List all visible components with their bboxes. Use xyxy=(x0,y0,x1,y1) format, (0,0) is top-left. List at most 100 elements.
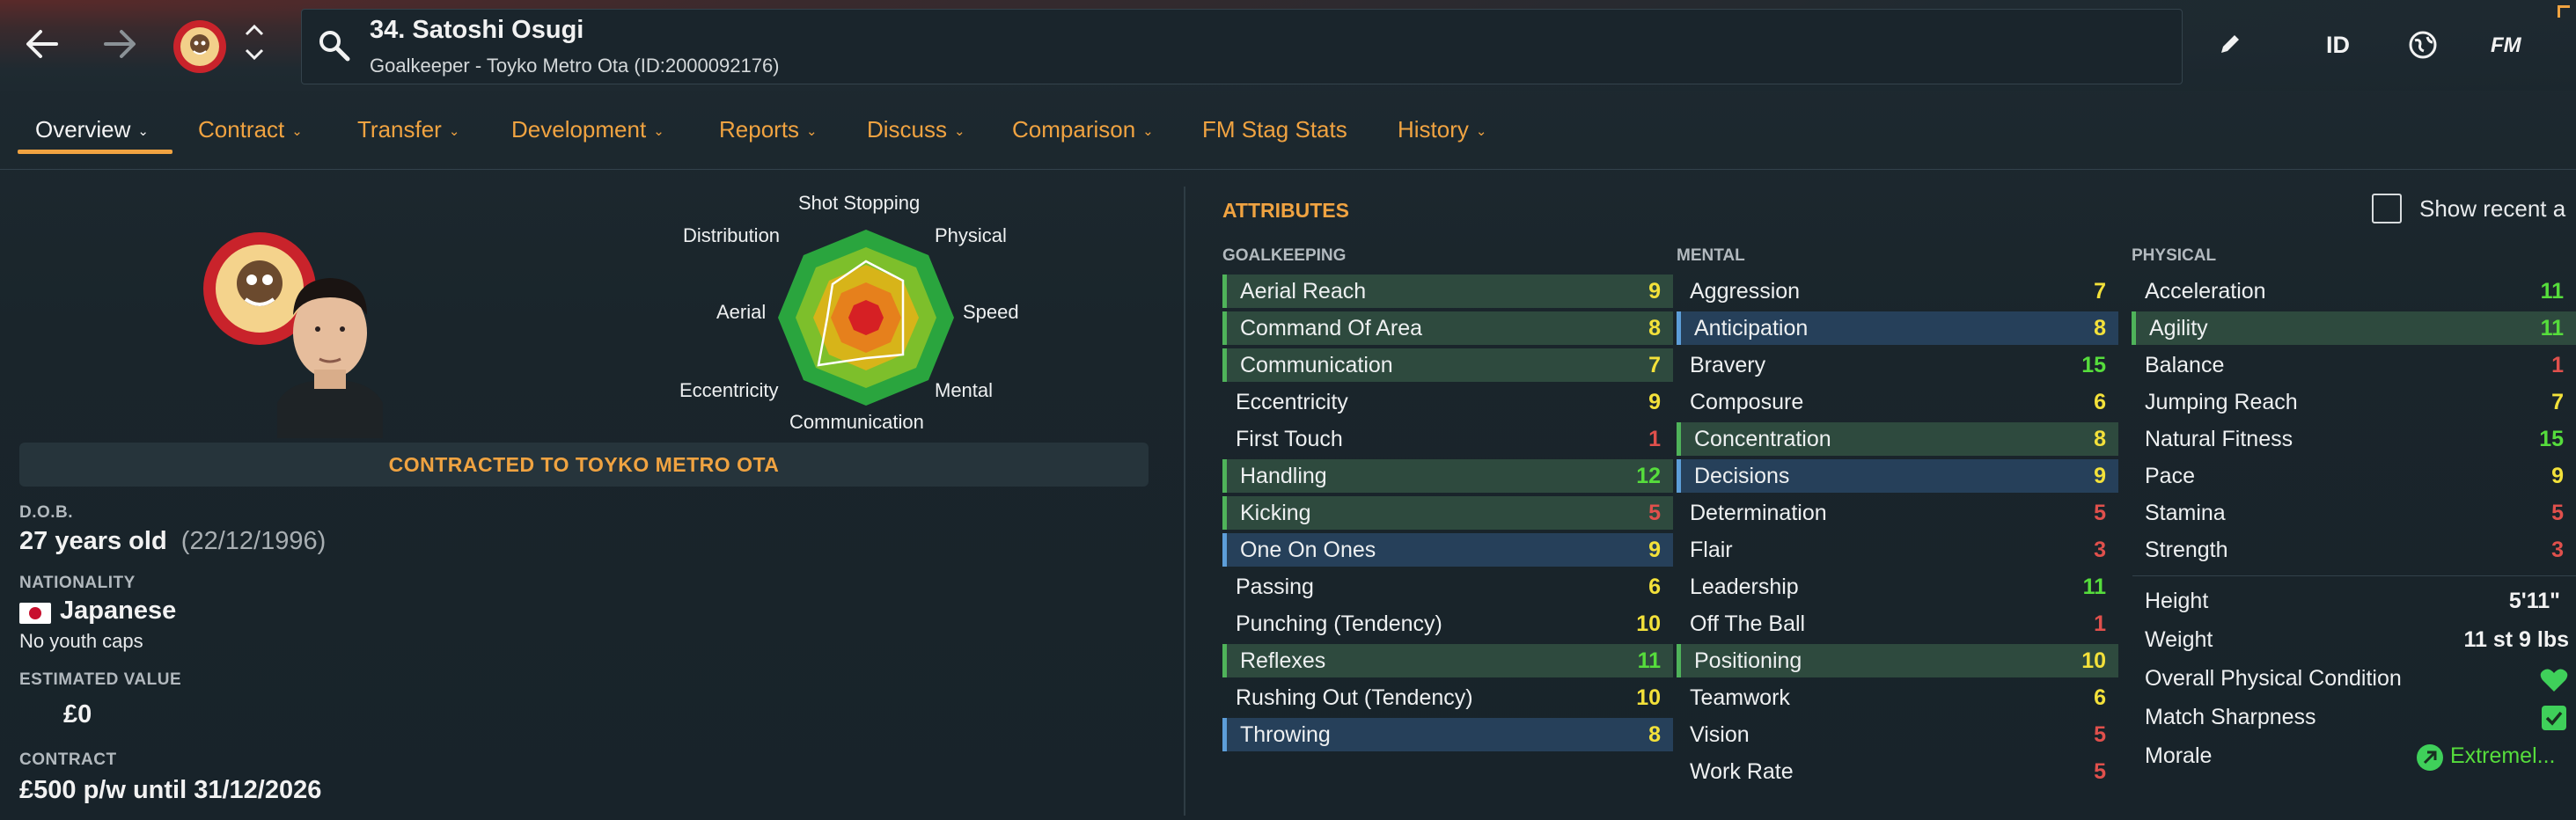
attribute-row-mental[interactable]: Positioning 10 xyxy=(1677,644,2118,677)
attribute-name: Positioning xyxy=(1694,648,1802,673)
attribute-row-physical[interactable]: Agility 11 xyxy=(2132,311,2576,345)
attribute-row-mental[interactable]: Anticipation 8 xyxy=(1677,311,2118,345)
chevron-down-icon[interactable] xyxy=(243,48,266,66)
nationality-value[interactable]: Japanese xyxy=(60,597,176,626)
attribute-value: 8 xyxy=(1648,721,1661,747)
attribute-value: 5 xyxy=(2551,500,2564,525)
attribute-row-goalkeeping[interactable]: Passing 6 xyxy=(1222,570,1673,604)
attribute-value: 10 xyxy=(1636,611,1661,636)
attribute-row-mental[interactable]: Work Rate 5 xyxy=(1677,755,2118,788)
attribute-row-goalkeeping[interactable]: Rushing Out (Tendency) 10 xyxy=(1222,681,1673,714)
chevron-down-icon: ⌄ xyxy=(954,123,965,139)
attribute-row-physical[interactable]: Strength 3 xyxy=(2132,533,2576,567)
attribute-row-physical[interactable]: Balance 1 xyxy=(2132,348,2576,382)
attribute-name: Strength xyxy=(2145,537,2228,562)
attribute-value: 6 xyxy=(1648,574,1661,599)
nationality-label: NATIONALITY xyxy=(19,574,136,592)
attribute-row-mental[interactable]: Flair 3 xyxy=(1677,533,2118,567)
tab-discuss[interactable]: Discuss ⌄ xyxy=(867,116,965,143)
show-recent-checkbox[interactable] xyxy=(2372,194,2402,223)
attribute-row-mental[interactable]: Leadership 11 xyxy=(1677,570,2118,604)
attribute-row-goalkeeping[interactable]: First Touch 1 xyxy=(1222,422,1673,456)
tab-transfer[interactable]: Transfer ⌄ xyxy=(357,116,459,143)
attribute-row-goalkeeping[interactable]: Handling 12 xyxy=(1222,459,1673,493)
tab-overview[interactable]: Overview ⌄ xyxy=(35,116,149,143)
attribute-row-mental[interactable]: Bravery 15 xyxy=(1677,348,2118,382)
attribute-name: Punching (Tendency) xyxy=(1236,611,1442,636)
id-button[interactable]: ID xyxy=(2326,32,2350,59)
goalkeeping-heading: GOALKEEPING xyxy=(1222,246,1347,265)
attribute-value: 10 xyxy=(2081,648,2106,673)
attribute-name: Flair xyxy=(1690,537,1733,562)
chevron-down-icon: ⌄ xyxy=(1142,123,1154,139)
active-tab-indicator xyxy=(18,150,172,154)
attribute-row-mental[interactable]: Aggression 7 xyxy=(1677,275,2118,308)
chevron-down-icon: ⌄ xyxy=(1475,123,1487,139)
attribute-row-mental[interactable]: Composure 6 xyxy=(1677,385,2118,419)
attribute-name: Anticipation xyxy=(1694,315,1809,340)
chevron-down-icon: ⌄ xyxy=(653,123,664,139)
attribute-value: 5 xyxy=(2094,721,2106,747)
attribute-name: Communication xyxy=(1240,352,1393,377)
attribute-row-goalkeeping[interactable]: Reflexes 11 xyxy=(1222,644,1673,677)
forward-arrow-icon[interactable] xyxy=(95,19,144,69)
radar-label-communication: Communication xyxy=(789,411,924,433)
chevron-up-icon[interactable] xyxy=(243,23,266,41)
show-recent-toggle[interactable]: Show recent a xyxy=(2372,194,2565,223)
attribute-row-goalkeeping[interactable]: Eccentricity 9 xyxy=(1222,385,1673,419)
morale-label: Morale xyxy=(2145,743,2213,768)
attribute-value: 11 xyxy=(2540,278,2564,304)
tab-comparison[interactable]: Comparison ⌄ xyxy=(1012,116,1154,143)
back-arrow-icon[interactable] xyxy=(18,19,67,69)
attribute-row-goalkeeping[interactable]: Command Of Area 8 xyxy=(1222,311,1673,345)
attribute-row-goalkeeping[interactable]: Punching (Tendency) 10 xyxy=(1222,607,1673,641)
club-badge-icon[interactable] xyxy=(172,19,227,74)
edit-pencil-icon[interactable] xyxy=(2218,32,2242,61)
heart-icon xyxy=(2540,667,2568,698)
dob-label: D.O.B. xyxy=(19,503,74,522)
attribute-row-mental[interactable]: Teamwork 6 xyxy=(1677,681,2118,714)
attribute-row-physical[interactable]: Jumping Reach 7 xyxy=(2132,385,2576,419)
attribute-row-goalkeeping[interactable]: One On Ones 9 xyxy=(1222,533,1673,567)
estimated-value-label: ESTIMATED VALUE xyxy=(19,670,182,689)
contract-value: £500 p/w until 31/12/2026 xyxy=(19,776,322,804)
attribute-radar-chart xyxy=(773,224,959,411)
attribute-row-goalkeeping[interactable]: Communication 7 xyxy=(1222,348,1673,382)
chevron-down-icon: ⌄ xyxy=(806,123,818,139)
attribute-row-goalkeeping[interactable]: Kicking 5 xyxy=(1222,496,1673,530)
search-icon[interactable] xyxy=(317,28,352,68)
tab-fm-stag-stats[interactable]: FM Stag Stats xyxy=(1202,116,1347,143)
player-position-club: Goalkeeper - Toyko Metro Ota (ID:2000092… xyxy=(370,55,780,77)
attribute-name: Balance xyxy=(2145,352,2225,377)
fm-button[interactable]: FM xyxy=(2491,33,2521,58)
physical-heading: PHYSICAL xyxy=(2132,246,2217,265)
attribute-row-physical[interactable]: Acceleration 11 xyxy=(2132,275,2576,308)
attribute-value: 11 xyxy=(2082,574,2106,599)
attribute-row-mental[interactable]: Concentration 8 xyxy=(1677,422,2118,456)
attribute-row-mental[interactable]: Decisions 9 xyxy=(1677,459,2118,493)
tab-development[interactable]: Development ⌄ xyxy=(511,116,664,143)
attribute-value: 6 xyxy=(2094,389,2106,414)
attribute-row-mental[interactable]: Vision 5 xyxy=(1677,718,2118,751)
attribute-value: 7 xyxy=(2094,278,2106,304)
tab-history[interactable]: History ⌄ xyxy=(1398,116,1486,143)
player-name: 34. Satoshi Osugi xyxy=(370,16,584,44)
club-crest-and-player-photo xyxy=(198,227,409,438)
tab-reports[interactable]: Reports ⌄ xyxy=(719,116,818,143)
attribute-name: Handling xyxy=(1240,463,1327,488)
attribute-row-physical[interactable]: Stamina 5 xyxy=(2132,496,2576,530)
attribute-row-goalkeeping[interactable]: Aerial Reach 9 xyxy=(1222,275,1673,308)
attribute-row-physical[interactable]: Pace 9 xyxy=(2132,459,2576,493)
attribute-value: 11 xyxy=(2540,315,2564,340)
attribute-row-goalkeeping[interactable]: Throwing 8 xyxy=(1222,718,1673,751)
top-bar: 34. Satoshi Osugi Goalkeeper - Toyko Met… xyxy=(0,0,2576,92)
attribute-value: 1 xyxy=(2551,352,2564,377)
globe-icon[interactable] xyxy=(2408,30,2438,64)
attribute-row-physical[interactable]: Natural Fitness 15 xyxy=(2132,422,2576,456)
tab-contract[interactable]: Contract ⌄ xyxy=(198,116,303,143)
attribute-name: Natural Fitness xyxy=(2145,426,2293,451)
attribute-name: Leadership xyxy=(1690,574,1799,599)
attribute-row-mental[interactable]: Determination 5 xyxy=(1677,496,2118,530)
morale-arrow-icon xyxy=(2417,744,2443,771)
attribute-row-mental[interactable]: Off The Ball 1 xyxy=(1677,607,2118,641)
